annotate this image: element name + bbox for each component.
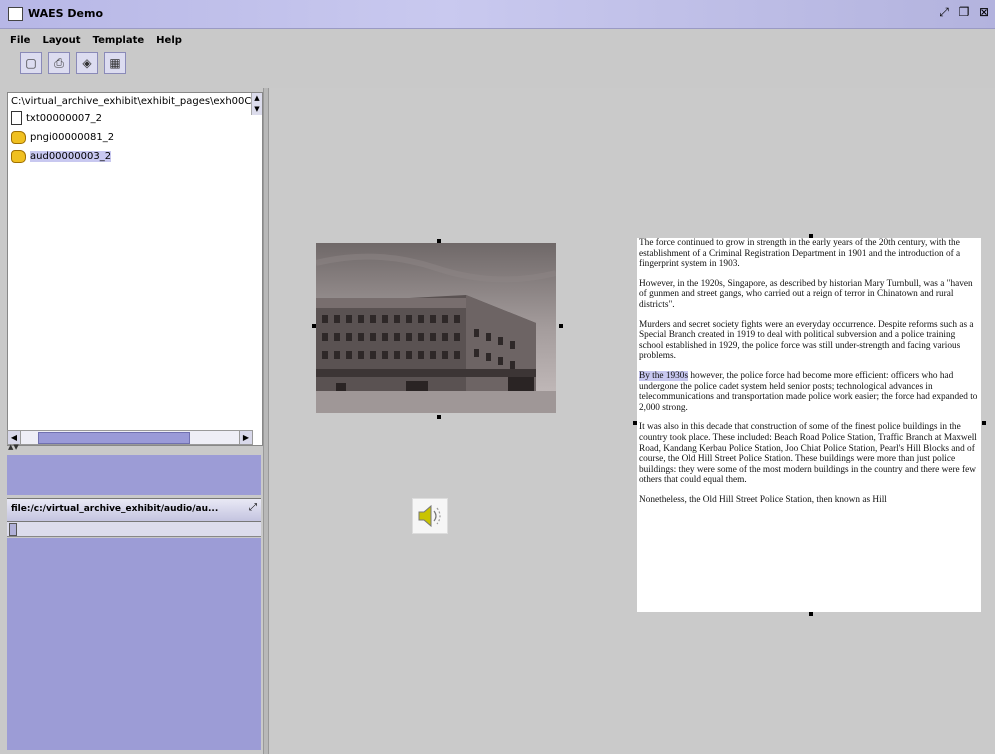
restore-icon[interactable]: ⤢	[937, 5, 951, 20]
toolbar: ▢ ⎙ ◈ ▦	[20, 52, 126, 74]
tree-item[interactable]: pngi00000081_2	[11, 129, 114, 145]
selected-text: By the 1930s	[639, 370, 689, 381]
new-document-button[interactable]: ▢	[20, 52, 42, 74]
eye-icon: ◈	[82, 56, 92, 70]
audio-panel-body	[7, 538, 261, 750]
text-paragraph: Nonetheless, the Old Hill Street Police …	[639, 494, 887, 505]
text-paragraph-rest: however, the police force had become mor…	[639, 370, 978, 413]
app-icon	[8, 7, 23, 21]
maximize-icon[interactable]: ❐	[957, 5, 971, 20]
resize-handle[interactable]	[809, 612, 813, 616]
split-pane-divider[interactable]	[263, 88, 269, 754]
text-block[interactable]: The force continued to grow in strength …	[637, 238, 981, 612]
maximize-icon[interactable]: ⤢	[249, 502, 257, 513]
text-paragraph: By the 1930s however, the police force h…	[639, 370, 979, 413]
tree-item-label: aud00000003_2	[30, 150, 112, 162]
historic-building-photo[interactable]	[316, 243, 556, 413]
text-paragraph: The force continued to grow in strength …	[639, 238, 961, 270]
audio-panel-header: file:/c:/virtual_archive_exhibit/audio/a…	[7, 498, 261, 522]
menu-template[interactable]: Template	[93, 35, 145, 46]
template-button[interactable]: ▦	[104, 52, 126, 74]
print-button[interactable]: ⎙	[48, 52, 70, 74]
resize-handle[interactable]	[633, 421, 637, 425]
window-title: WAES Demo	[28, 7, 104, 20]
tree-item[interactable]: txt00000007_2	[11, 110, 102, 126]
resize-handle[interactable]	[559, 324, 563, 328]
menu-bar: File Layout Template Help	[0, 30, 182, 50]
tree-item-label: pngi00000081_2	[30, 131, 115, 143]
folder-icon	[11, 130, 26, 144]
scroll-right-icon[interactable]: ▶	[239, 431, 252, 444]
slider-knob[interactable]	[9, 523, 17, 536]
menu-help[interactable]: Help	[156, 35, 182, 46]
print-icon: ⎙	[54, 55, 64, 70]
template-icon: ▦	[109, 56, 121, 70]
text-paragraph: It was also in this decade that construc…	[639, 422, 977, 486]
split-arrows-icon[interactable]: ▲▼	[8, 443, 19, 451]
document-icon	[11, 111, 22, 125]
audio-position-slider[interactable]	[7, 522, 261, 537]
resize-handle[interactable]	[312, 324, 316, 328]
resize-handle[interactable]	[437, 415, 441, 419]
title-bar: WAES Demo ⤢ ❐ ⊠	[0, 0, 995, 29]
audio-path: file:/c:/virtual_archive_exhibit/audio/a…	[11, 504, 219, 514]
building-image	[316, 243, 556, 413]
page-icon: ▢	[25, 56, 37, 70]
tree-item-selected[interactable]: aud00000003_2	[11, 148, 112, 164]
audio-clip[interactable]	[412, 498, 448, 534]
text-paragraph: Murders and secret society fights were a…	[639, 319, 974, 362]
text-paragraph: However, in the 1920s, Singapore, as des…	[639, 278, 973, 310]
tree-scroll-arrows[interactable]: ▲ ▼	[251, 93, 262, 115]
menu-layout[interactable]: Layout	[42, 35, 80, 46]
folder-icon	[11, 149, 26, 163]
empty-panel	[7, 455, 261, 495]
resize-handle[interactable]	[437, 239, 441, 243]
preview-button[interactable]: ◈	[76, 52, 98, 74]
resize-handle[interactable]	[809, 234, 813, 238]
resize-handle[interactable]	[982, 421, 986, 425]
tree-root-path[interactable]: C:\virtual_archive_exhibit\exhibit_pages…	[11, 96, 251, 107]
tree-horizontal-scrollbar[interactable]: ◀ ▶	[7, 430, 253, 445]
file-tree-panel[interactable]: C:\virtual_archive_exhibit\exhibit_pages…	[7, 92, 263, 446]
tree-item-label: txt00000007_2	[26, 112, 103, 124]
speaker-icon	[418, 504, 441, 528]
close-icon[interactable]: ⊠	[977, 5, 991, 20]
scroll-thumb[interactable]	[38, 432, 190, 444]
menu-file[interactable]: File	[10, 35, 30, 46]
